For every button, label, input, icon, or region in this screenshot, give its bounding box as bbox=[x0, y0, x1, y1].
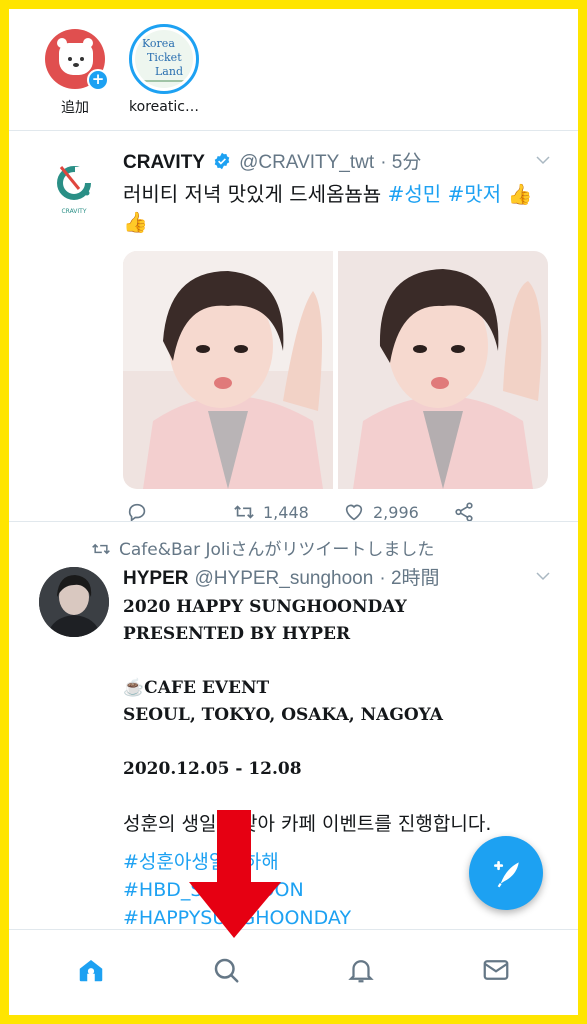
tweet-line bbox=[123, 783, 552, 810]
retweeted-by-text[interactable]: Cafe&Bar Joliさんがリツイートしました bbox=[119, 540, 434, 560]
hashtag[interactable]: #성민 bbox=[388, 182, 442, 206]
verified-icon bbox=[214, 152, 230, 170]
home-icon bbox=[79, 960, 103, 982]
cravity-logo-icon: CRAVITY bbox=[57, 166, 91, 215]
display-name[interactable]: HYPER bbox=[123, 568, 188, 589]
fleet-label: 追加 bbox=[61, 100, 89, 116]
like-button[interactable]: 2,996 bbox=[343, 501, 419, 523]
logo-text: Land bbox=[155, 65, 183, 78]
avatar[interactable]: CRAVITY bbox=[39, 153, 109, 223]
compose-feather-icon bbox=[494, 861, 519, 888]
handle[interactable]: @HYPER_sunghoon bbox=[195, 568, 374, 589]
divider bbox=[9, 130, 578, 131]
heart-icon bbox=[345, 504, 363, 521]
reply-button[interactable] bbox=[127, 501, 149, 523]
mail-icon bbox=[483, 960, 509, 980]
divider bbox=[9, 521, 578, 522]
share-button[interactable] bbox=[453, 501, 475, 523]
fleet-label: koreatic… bbox=[129, 99, 199, 115]
tweet-line: PRESENTED BY HYPER bbox=[123, 624, 351, 644]
tweet-text: 2020 HAPPY SUNGHOONDAY PRESENTED BY HYPE… bbox=[123, 594, 552, 810]
fleet-add[interactable]: + 追加 bbox=[35, 29, 115, 117]
tweet-header: CRAVITY @CRAVITY_twt · 5分 bbox=[123, 149, 552, 176]
avatar[interactable] bbox=[39, 567, 109, 637]
retweet-count: 1,448 bbox=[263, 502, 309, 522]
bear-add-icon[interactable]: + bbox=[45, 29, 109, 91]
tweet-line: 2020 HAPPY SUNGHOONDAY bbox=[123, 597, 407, 617]
tweet-header: HYPER @HYPER_sunghoon · 2時間 bbox=[123, 565, 552, 592]
tweet-line bbox=[123, 729, 552, 756]
logo-text: Ticket bbox=[147, 51, 182, 64]
search-icon bbox=[214, 958, 239, 983]
logo-text: Korea bbox=[142, 37, 175, 50]
avatar-text: CRAVITY bbox=[61, 208, 86, 215]
timestamp: · 5分 bbox=[380, 152, 422, 173]
retweet-icon bbox=[92, 543, 110, 555]
handle[interactable]: @CRAVITY_twt bbox=[239, 152, 374, 173]
retweet-icon bbox=[234, 505, 254, 519]
tweet-text: 러비티 저녁 맛있게 드세옴뇸뇸 #성민 #맛저 👍👍 bbox=[123, 180, 552, 236]
tweet-line: 2020.12.05 - 12.08 bbox=[123, 759, 302, 779]
fleet-avatar[interactable]: Korea Ticket Land bbox=[129, 24, 199, 94]
tweet-actions: 1,448 2,996 bbox=[123, 501, 548, 529]
retweet-button[interactable]: 1,448 bbox=[233, 501, 309, 523]
tweet-line: SEOUL, TOKYO, OSAKA, NAGOYA bbox=[123, 705, 443, 725]
hashtag[interactable]: #맛저 bbox=[448, 182, 502, 206]
hashtag[interactable]: #HAPPYSUNGHOONDAY bbox=[123, 904, 552, 932]
selfie-photo-icon bbox=[338, 251, 548, 489]
fleet-koreaticketland[interactable]: Korea Ticket Land koreatic… bbox=[124, 24, 204, 115]
photo[interactable] bbox=[123, 251, 333, 489]
timestamp: · 2時間 bbox=[379, 568, 440, 589]
display-name[interactable]: CRAVITY bbox=[123, 152, 205, 173]
tweet-media[interactable] bbox=[123, 251, 548, 489]
nav-home[interactable] bbox=[71, 950, 111, 990]
selfie-photo-icon bbox=[123, 251, 333, 489]
compose-tweet-button[interactable] bbox=[469, 836, 543, 910]
bell-icon bbox=[348, 960, 374, 983]
reply-icon bbox=[128, 503, 146, 522]
nav-search[interactable] bbox=[206, 950, 246, 990]
twitter-timeline: + 追加 Korea Ticket Land koreatic… CRAVITY… bbox=[9, 9, 578, 1015]
red-arrow-annotation-icon bbox=[189, 810, 281, 938]
profile-photo-icon bbox=[39, 567, 109, 637]
tweet-line: ☕CAFE EVENT bbox=[123, 678, 270, 698]
retweeted-by: Cafe&Bar Joliさんがリツイートしました bbox=[91, 535, 434, 560]
nav-messages[interactable] bbox=[476, 950, 516, 990]
chevron-down-icon[interactable] bbox=[534, 567, 552, 585]
share-icon bbox=[455, 502, 473, 522]
tweet-text-body: 러비티 저녁 맛있게 드세옴뇸뇸 bbox=[123, 182, 382, 206]
like-count: 2,996 bbox=[373, 502, 419, 522]
tweet-line bbox=[123, 648, 552, 675]
nav-notifications[interactable] bbox=[341, 950, 381, 990]
chevron-down-icon[interactable] bbox=[534, 151, 552, 169]
photo[interactable] bbox=[338, 251, 548, 489]
plus-icon: + bbox=[87, 69, 109, 91]
tweet-text-korean: 성훈의 생일을 맞아 카페 이벤트를 진행합니다. bbox=[123, 813, 492, 835]
fleets-row: + 追加 Korea Ticket Land koreatic… bbox=[9, 9, 578, 130]
